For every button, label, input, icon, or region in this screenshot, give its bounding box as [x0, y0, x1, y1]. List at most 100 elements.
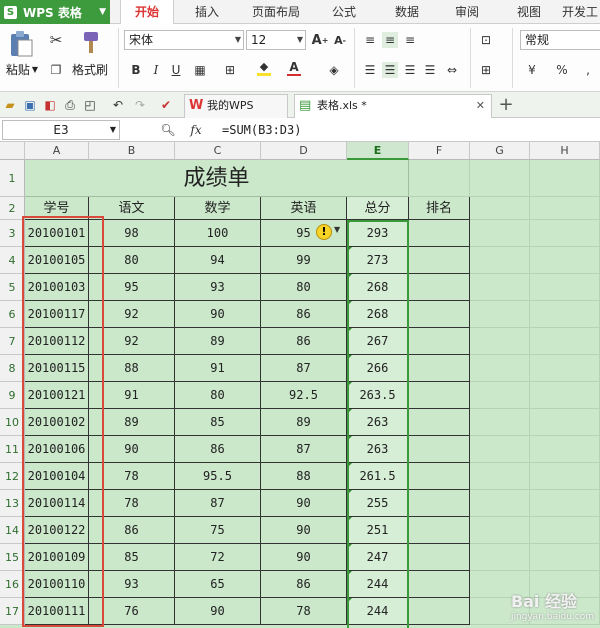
underline-button[interactable]: U [168, 62, 184, 78]
total-cell[interactable]: 263 [347, 409, 409, 436]
score-cell[interactable]: 90 [261, 544, 347, 571]
score-cell[interactable]: 92 [89, 328, 175, 355]
score-cell[interactable]: 80 [89, 247, 175, 274]
align-center-icon[interactable]: ☰ [382, 62, 398, 78]
column-header-f[interactable]: F [409, 142, 470, 160]
cell[interactable] [530, 247, 600, 274]
row-header[interactable]: 15 [0, 544, 25, 571]
score-cell[interactable]: 94 [175, 247, 261, 274]
score-cell[interactable]: 80 [175, 382, 261, 409]
cell[interactable] [530, 382, 600, 409]
cell[interactable] [530, 301, 600, 328]
column-header-g[interactable]: G [470, 142, 530, 160]
cell[interactable] [530, 409, 600, 436]
doc-tab-mywps[interactable]: W 我的WPS [184, 94, 288, 118]
score-cell[interactable] [409, 301, 470, 328]
row-header[interactable]: 3 [0, 220, 25, 247]
format-painter-button[interactable]: 格式刷 [68, 60, 112, 78]
number-format-select[interactable]: 常规 [520, 30, 600, 50]
border-icon[interactable]: ▦ [192, 62, 208, 78]
sheet-title-cell[interactable]: 成绩单 [25, 160, 409, 197]
cell[interactable] [530, 517, 600, 544]
column-header-a[interactable]: A [25, 142, 89, 160]
student-id-cell[interactable]: 20100122 [25, 517, 89, 544]
column-header-h[interactable]: H [530, 142, 600, 160]
print-preview-icon[interactable]: ◰ [82, 97, 98, 113]
align-right-icon[interactable]: ☰ [402, 62, 418, 78]
undo-icon[interactable]: ↶ [110, 97, 126, 113]
total-cell[interactable]: 266 [347, 355, 409, 382]
name-box[interactable]: E3 ▼ [2, 120, 120, 140]
total-cell[interactable]: 267 [347, 328, 409, 355]
score-cell[interactable]: 90 [89, 436, 175, 463]
header-cell[interactable]: 学号 [25, 197, 89, 220]
doc-tab-spreadsheet[interactable]: ▤ 表格.xls * ✕ [294, 94, 492, 118]
row-header[interactable]: 9 [0, 382, 25, 409]
font-color-icon[interactable]: A [286, 60, 302, 76]
score-cell[interactable] [409, 463, 470, 490]
student-id-cell[interactable]: 20100115 [25, 355, 89, 382]
score-cell[interactable] [409, 436, 470, 463]
wrap-text-icon[interactable]: ⊡ [478, 32, 494, 48]
student-id-cell[interactable]: 20100104 [25, 463, 89, 490]
row-header[interactable]: 8 [0, 355, 25, 382]
total-cell[interactable]: 244 [347, 571, 409, 598]
score-cell[interactable] [409, 220, 470, 247]
tab-2[interactable]: 插入 [182, 0, 232, 24]
cell[interactable] [530, 220, 600, 247]
align-top-icon[interactable]: ≡ [362, 32, 378, 48]
score-cell[interactable]: 89 [175, 328, 261, 355]
score-cell[interactable]: 65 [175, 571, 261, 598]
student-id-cell[interactable]: 20100117 [25, 301, 89, 328]
total-cell[interactable]: 244 [347, 598, 409, 625]
tab-8[interactable]: 开发工 [560, 0, 600, 24]
total-cell[interactable]: 268 [347, 274, 409, 301]
select-all-corner[interactable] [0, 142, 25, 160]
row-header[interactable]: 10 [0, 409, 25, 436]
student-id-cell[interactable]: 20100121 [25, 382, 89, 409]
print-icon[interactable]: ⎙ [62, 97, 78, 113]
thousands-icon[interactable]: , [580, 62, 596, 78]
score-cell[interactable]: 86 [261, 328, 347, 355]
bold-button[interactable]: B [128, 62, 144, 78]
score-cell[interactable]: 90 [261, 517, 347, 544]
score-cell[interactable]: 72 [175, 544, 261, 571]
score-cell[interactable]: 76 [89, 598, 175, 625]
score-cell[interactable]: 91 [175, 355, 261, 382]
save-icon[interactable]: ▣ [22, 97, 38, 113]
score-cell[interactable]: 80 [261, 274, 347, 301]
score-cell[interactable] [409, 544, 470, 571]
paste-icon[interactable] [8, 30, 34, 58]
score-cell[interactable]: 78 [89, 490, 175, 517]
cell[interactable] [470, 328, 530, 355]
score-cell[interactable]: 78 [89, 463, 175, 490]
total-cell[interactable]: 247 [347, 544, 409, 571]
cell[interactable] [470, 463, 530, 490]
total-cell[interactable]: 261.5 [347, 463, 409, 490]
cell[interactable] [470, 409, 530, 436]
tab-1[interactable]: 开始 [120, 0, 174, 25]
score-cell[interactable]: 89 [89, 409, 175, 436]
row-header[interactable]: 4 [0, 247, 25, 274]
student-id-cell[interactable]: 20100103 [25, 274, 89, 301]
score-cell[interactable]: 87 [175, 490, 261, 517]
cell[interactable] [530, 355, 600, 382]
score-cell[interactable]: 93 [89, 571, 175, 598]
score-cell[interactable]: 90 [175, 301, 261, 328]
score-cell[interactable]: 100 [175, 220, 261, 247]
tab-7[interactable]: 视图 [506, 0, 552, 24]
score-cell[interactable]: 86 [261, 571, 347, 598]
header-cell[interactable]: 英语 [261, 197, 347, 220]
zoom-icon[interactable]: 🔍︎ [160, 122, 176, 138]
cell[interactable] [530, 274, 600, 301]
cell[interactable] [530, 328, 600, 355]
tab-5[interactable]: 数据 [384, 0, 430, 24]
row-header[interactable]: 14 [0, 517, 25, 544]
student-id-cell[interactable]: 20100106 [25, 436, 89, 463]
student-id-cell[interactable]: 20100111 [25, 598, 89, 625]
student-id-cell[interactable]: 20100114 [25, 490, 89, 517]
cell[interactable] [470, 436, 530, 463]
total-cell[interactable]: 263 [347, 436, 409, 463]
score-cell[interactable] [409, 274, 470, 301]
row-header[interactable]: 5 [0, 274, 25, 301]
